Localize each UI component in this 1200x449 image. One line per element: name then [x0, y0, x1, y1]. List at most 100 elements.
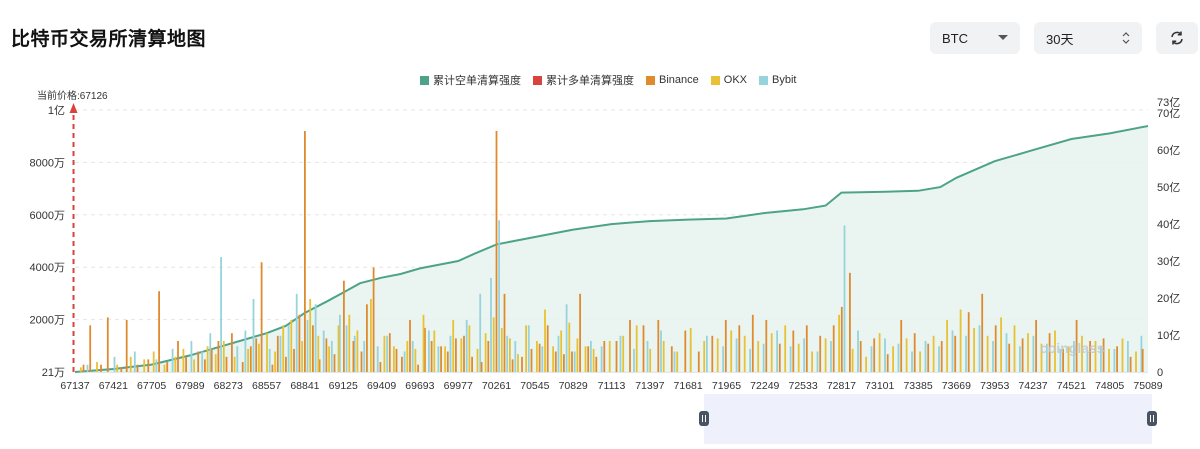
okx-bar: [743, 335, 746, 372]
okx-bar: [492, 317, 495, 372]
x-tick-label: 70829: [559, 380, 588, 392]
bybit-bar: [190, 341, 193, 372]
okx-bar: [96, 362, 98, 372]
bybit-bar: [557, 335, 560, 372]
binance-bar: [231, 333, 233, 372]
bybit-bar: [220, 257, 222, 372]
binance-bar: [120, 367, 123, 372]
bybit-bar: [924, 341, 927, 372]
binance-bar: [940, 341, 943, 372]
binance-bar: [325, 338, 328, 372]
binance-bar: [530, 348, 533, 372]
binance-bar: [440, 346, 442, 372]
y-right-tick-label: 20亿: [1157, 292, 1180, 305]
binance-bar: [546, 325, 549, 372]
binance-bar: [900, 320, 903, 372]
binance-bar: [343, 280, 345, 372]
binance-bar: [446, 351, 449, 372]
okx-bar: [143, 359, 146, 372]
okx-bar: [163, 364, 166, 372]
bybit-bar: [735, 338, 738, 372]
y-left-tick-label: 1亿: [48, 104, 65, 117]
x-tick-label: 69977: [444, 380, 473, 392]
okx-bar: [703, 341, 706, 372]
bybit-bar: [244, 330, 247, 372]
okx-bar: [851, 348, 854, 372]
okx-bar: [406, 341, 409, 372]
x-tick-label: 71965: [712, 380, 741, 392]
zoom-range-selection[interactable]: [704, 394, 1152, 444]
okx-bar: [770, 333, 773, 372]
okx-bar: [152, 351, 155, 372]
bybit-bar: [113, 356, 116, 372]
bybit-bar: [155, 359, 158, 372]
okx-bar: [878, 333, 881, 372]
okx-bar: [444, 346, 446, 372]
y-right-tick-label: 40亿: [1157, 218, 1180, 231]
bybit-bar: [1019, 346, 1021, 372]
okx-bar: [1013, 325, 1016, 372]
binance-bar: [859, 341, 862, 372]
binance-bar: [595, 356, 598, 372]
okx-bar: [716, 338, 719, 372]
binance-bar: [395, 348, 398, 372]
binance-bar: [430, 341, 433, 372]
okx-bar: [393, 346, 395, 372]
okx-bar: [635, 325, 638, 372]
bybit-bar: [279, 335, 282, 372]
bybit-bar: [363, 341, 366, 372]
bybit-bar: [449, 335, 452, 372]
binance-bar: [819, 335, 822, 372]
binance-bar: [657, 320, 660, 372]
binance-bar: [1035, 320, 1037, 372]
zoom-handle-right[interactable]: [1147, 411, 1157, 426]
zoom-handle-left[interactable]: [699, 411, 709, 426]
binance-bar: [738, 325, 741, 372]
watermark: coinglass: [1040, 340, 1105, 356]
binance-bar: [177, 341, 179, 372]
y-right-tick-label: 50亿: [1157, 181, 1180, 194]
bybit-bar: [306, 320, 309, 372]
liquidation-chart: 1亿 8000万 6000万 4000万 2000万 21万 73亿70亿 60亿 50亿 40亿…: [30, 96, 1181, 392]
bybit-bar: [1005, 333, 1008, 372]
okx-bar: [973, 327, 975, 372]
binance-bar: [670, 346, 673, 372]
okx-bar: [348, 314, 351, 372]
binance-bar: [563, 354, 565, 372]
y-right-tick-label: 0: [1157, 367, 1163, 379]
y-left-tick-label: 2000万: [30, 315, 65, 327]
okx-bar: [258, 343, 260, 372]
bybit-bar: [428, 330, 430, 372]
okx-bar: [662, 341, 665, 372]
binance-bar: [579, 293, 581, 372]
okx-bar: [608, 341, 611, 372]
x-tick-label: 72533: [789, 380, 818, 392]
okx-bar: [676, 351, 679, 372]
bybit-bar: [322, 330, 325, 372]
okx-bar: [79, 367, 82, 372]
bybit-bar: [411, 341, 414, 372]
okx-bar: [986, 335, 989, 372]
y-right-tick-label: 73亿: [1157, 96, 1180, 109]
binance-bar: [967, 312, 970, 372]
binance-bar: [886, 354, 889, 372]
okx-bar: [422, 314, 425, 372]
y-left-tick-label: 6000万: [30, 210, 65, 222]
okx-bar: [1121, 338, 1124, 372]
okx-bar: [468, 325, 471, 372]
binance-bar: [255, 338, 258, 372]
binance-bar: [249, 346, 252, 372]
binance-bar: [293, 348, 295, 372]
x-tick-label: 68841: [290, 380, 319, 392]
bybit-bar: [789, 346, 792, 372]
binance-bar: [603, 341, 606, 372]
binance-bar: [981, 293, 984, 372]
binance-bar: [765, 320, 768, 372]
okx-bar: [282, 325, 285, 372]
binance-bar: [1129, 356, 1132, 372]
x-tick-label: 69693: [405, 380, 434, 392]
x-tick-label: 73101: [865, 380, 894, 392]
x-tick-label: 75089: [1133, 380, 1162, 392]
okx-bar: [576, 338, 579, 372]
x-tick-label: 72817: [827, 380, 856, 392]
